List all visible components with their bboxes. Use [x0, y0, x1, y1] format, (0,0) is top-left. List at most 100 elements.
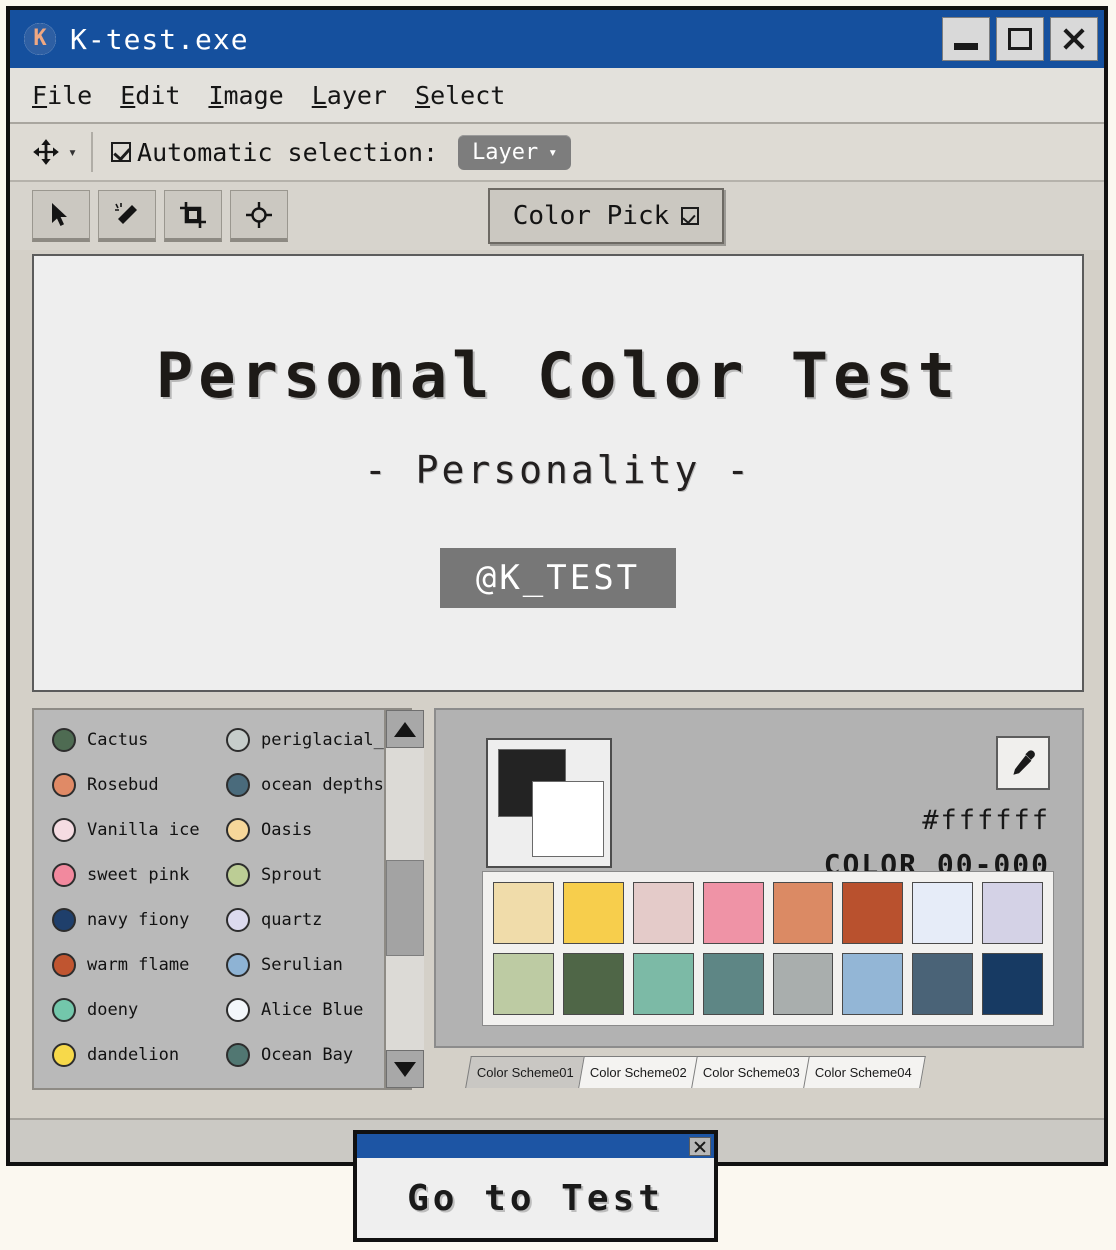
dialog-close-button[interactable] [689, 1136, 711, 1156]
menu-item-image[interactable]: Image [208, 81, 283, 110]
menu-item-file[interactable]: File [32, 81, 92, 110]
palette-swatch[interactable] [702, 882, 764, 944]
color-swatch-dot [52, 1043, 76, 1067]
color-swatch-dot [226, 728, 250, 752]
color-list-item[interactable]: periglacial_B [226, 728, 394, 752]
layer-dropdown[interactable]: Layer ▾ [458, 134, 572, 170]
page-subtitle: - Personality - [363, 447, 753, 492]
palette-swatch[interactable] [982, 882, 1043, 944]
palette-swatch[interactable] [912, 882, 974, 944]
color-swatch-dot [52, 773, 76, 797]
color-list-item[interactable]: Serulian [226, 953, 384, 977]
palette-swatch[interactable] [912, 953, 974, 1015]
palette-swatch[interactable] [493, 882, 554, 944]
color-swatch-dot [52, 908, 76, 932]
color-list-item[interactable]: Oasis [226, 818, 384, 842]
color-list-item[interactable]: Sprout [226, 863, 384, 887]
crop-tool-button[interactable] [164, 190, 222, 242]
color-pick-dropdown[interactable]: Color Pick [488, 188, 724, 244]
chevron-down-icon: ▾ [68, 143, 78, 161]
maximize-button[interactable] [996, 17, 1044, 61]
palette-swatch[interactable] [632, 953, 694, 1015]
palette-swatch[interactable] [772, 953, 834, 1015]
chevron-down-icon: ▾ [548, 143, 558, 161]
cursor-arrow-icon [52, 202, 67, 226]
palette-swatch[interactable] [632, 882, 694, 944]
color-list-item[interactable]: doeny [52, 998, 210, 1022]
color-scheme-tab[interactable]: Color Scheme01 [465, 1056, 588, 1088]
color-list-item[interactable]: Ocean Bay [226, 1043, 384, 1067]
menu-item-layer[interactable]: Layer [312, 81, 387, 110]
color-scheme-tab[interactable]: Color Scheme04 [803, 1056, 927, 1088]
close-button[interactable] [1050, 17, 1098, 61]
color-name-label: Alice Blue [261, 1000, 364, 1020]
scrollbar-thumb[interactable] [386, 859, 424, 957]
color-swatch-dot [226, 773, 250, 797]
color-list-scrollbar[interactable] [384, 710, 424, 1088]
color-swatch-dot [226, 998, 250, 1022]
color-list-item[interactable]: quartz [226, 908, 384, 932]
color-name-label: periglacial_B [261, 730, 395, 750]
color-list-item[interactable]: Alice Blue [226, 998, 384, 1022]
color-scheme-tab[interactable]: Color Scheme03 [690, 1056, 814, 1088]
color-scheme-tab-label: Color Scheme02 [589, 1065, 687, 1080]
menu-item-edit[interactable]: Edit [120, 81, 180, 110]
color-swatch-dot [226, 1043, 250, 1067]
color-scheme-tab-label: Color Scheme04 [815, 1065, 913, 1080]
color-list-item[interactable]: Vanilla ice [52, 818, 210, 842]
go-to-test-label[interactable]: Go to Test [407, 1178, 664, 1219]
scroll-down-arrow-icon[interactable] [386, 1050, 424, 1088]
k-test-button[interactable]: @K_TEST [439, 547, 677, 608]
target-tool-button[interactable] [230, 190, 288, 242]
palette-swatch[interactable] [772, 882, 834, 944]
color-list-item[interactable]: navy fiony [52, 908, 210, 932]
color-scheme-tab[interactable]: Color Scheme02 [578, 1056, 701, 1088]
window-title: K-test.exe [70, 22, 249, 56]
color-swatch-dot [226, 953, 250, 977]
crop-icon [180, 201, 206, 228]
k-logo-icon: K [24, 23, 56, 55]
swatch-grid [482, 871, 1054, 1026]
foreground-background-preview[interactable] [486, 738, 612, 868]
color-list-item[interactable]: sweet pink [52, 863, 210, 887]
palette-swatch[interactable] [493, 953, 554, 1015]
color-name-label: Oasis [261, 820, 313, 840]
pointer-tool-button[interactable] [32, 190, 90, 242]
palette-swatch[interactable] [982, 953, 1043, 1015]
chevron-down-icon [681, 207, 700, 225]
color-scheme-tabs: Color Scheme01 Color Scheme02 Color Scheme… [434, 1046, 1084, 1088]
palette-swatch[interactable] [562, 953, 624, 1015]
eyedropper-button[interactable] [996, 736, 1050, 790]
menu-item-select[interactable]: Select [415, 81, 505, 110]
color-list-item[interactable]: Rosebud [52, 773, 210, 797]
color-list-column-left: Cactus Rosebud Vanilla ice sweet pink navy f… [52, 728, 210, 1088]
color-name-label: ocean depths [261, 775, 384, 795]
color-scheme-tab-label: Color Scheme03 [702, 1065, 800, 1080]
automatic-selection-checkbox[interactable] [111, 142, 132, 162]
scrollbar-track[interactable] [386, 748, 424, 1050]
background-color-square[interactable] [532, 781, 604, 857]
options-bar: ▾ Automatic selection: Layer ▾ [10, 124, 1104, 182]
color-swatch-dot [52, 863, 76, 887]
canvas-area[interactable]: Personal Color Test - Personality - @K_T… [32, 254, 1084, 692]
color-list-columns: Cactus Rosebud Vanilla ice sweet pink navy f… [34, 710, 394, 1088]
color-list-item[interactable]: dandelion [52, 1043, 210, 1067]
palette-swatch[interactable] [842, 882, 904, 944]
palette-swatch[interactable] [842, 953, 904, 1015]
color-list-column-right: periglacial_Bocean depths Oasis Sprout quar… [226, 728, 394, 1088]
color-swatch-dot [226, 818, 250, 842]
move-tool-selector[interactable]: ▾ [32, 132, 94, 172]
scroll-up-arrow-icon[interactable] [386, 710, 424, 748]
minimize-button[interactable] [942, 17, 990, 61]
palette-swatch[interactable] [562, 882, 624, 944]
color-name-label: navy fiony [87, 910, 190, 930]
magic-wand-tool-button[interactable] [98, 190, 156, 242]
color-list-item[interactable]: Cactus [52, 728, 210, 752]
color-list-item[interactable]: ocean depths [226, 773, 384, 797]
color-swatch-dot [52, 953, 76, 977]
color-name-label: quartz [261, 910, 323, 930]
color-list-item[interactable]: warm flame [52, 953, 210, 977]
palette-swatch[interactable] [702, 953, 764, 1015]
title-bar: K K-test.exe [10, 10, 1104, 68]
color-name-label: Ocean Bay [261, 1045, 354, 1065]
